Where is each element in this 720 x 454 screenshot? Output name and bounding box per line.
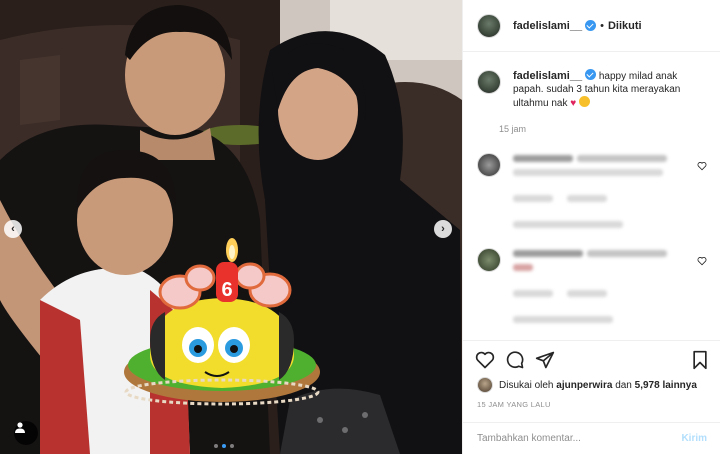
comment-blurred-text — [513, 169, 663, 176]
post-timestamp[interactable]: 15 JAM YANG LALU — [477, 400, 551, 409]
bookmark-icon[interactable] — [691, 350, 709, 370]
liker-avatar[interactable] — [477, 377, 493, 393]
post-caption: fadelislami__ happy milad anak papah. su… — [463, 53, 720, 110]
post-photo[interactable]: 6 ‹ › — [0, 0, 462, 454]
comment-heart-icon[interactable] — [697, 256, 707, 266]
add-comment-bar: Kirim — [463, 422, 720, 454]
user-tag-icon — [15, 422, 25, 433]
comment-input[interactable] — [477, 433, 682, 444]
caption-body: fadelislami__ happy milad anak papah. su… — [513, 69, 707, 110]
previous-photo-button[interactable]: ‹ — [4, 220, 22, 238]
comment-blurred-meta — [513, 195, 553, 202]
commenter-avatar[interactable] — [477, 248, 501, 272]
carousel-dot-active — [222, 444, 226, 448]
chevron-right-icon: › — [441, 223, 445, 235]
comment-blurred-replies — [513, 221, 623, 228]
comment-icon[interactable] — [505, 350, 525, 370]
comment-item — [477, 153, 709, 233]
likes-summary: Disukai oleh ajunperwira dan 5,978 lainn… — [477, 377, 697, 393]
caption-author-avatar[interactable] — [477, 70, 501, 94]
tagged-users-button[interactable] — [14, 421, 38, 445]
caption-timestamp[interactable]: 15 jam — [499, 124, 720, 134]
smiling-face-emoji-icon — [578, 96, 590, 107]
liker-username[interactable]: ajunperwira — [556, 380, 612, 391]
comment-blurred-username — [513, 250, 583, 257]
comments-list[interactable]: fadelislami__ happy milad anak papah. su… — [463, 53, 720, 340]
header-separator: • — [600, 19, 604, 32]
following-button[interactable]: Diikuti — [608, 20, 642, 32]
comment-item — [477, 248, 709, 328]
red-heart-emoji-icon: ♥ — [570, 98, 577, 109]
comment-heart-icon[interactable] — [697, 161, 707, 171]
author-username[interactable]: fadelislami__ — [513, 20, 582, 32]
candle-number: 6 — [221, 279, 232, 301]
comment-blurred-replies — [513, 316, 613, 323]
send-comment-button[interactable]: Kirim — [681, 433, 707, 444]
carousel-indicator — [214, 444, 234, 448]
comment-blurred-meta — [567, 290, 607, 297]
chevron-left-icon: ‹ — [11, 223, 15, 235]
likes-conjunction: dan — [615, 379, 632, 391]
verified-badge-icon — [585, 20, 597, 31]
post-action-bar — [463, 340, 720, 376]
photo-illustration: 6 — [0, 0, 462, 454]
commenter-avatar[interactable] — [477, 153, 501, 177]
post-side-panel: fadelislami__ • Diikuti fadelislami__ ha… — [462, 0, 720, 454]
carousel-dot — [214, 444, 218, 448]
next-photo-button[interactable]: › — [434, 220, 452, 238]
verified-badge-icon — [585, 69, 597, 80]
comment-blurred-text — [577, 155, 667, 162]
likes-prefix: Disukai oleh — [499, 379, 554, 391]
heart-icon[interactable] — [475, 350, 495, 370]
caption-username[interactable]: fadelislami__ — [513, 70, 582, 82]
comment-blurred-emoji — [513, 264, 533, 271]
post-header: fadelislami__ • Diikuti — [463, 0, 720, 52]
comment-blurred-meta — [567, 195, 607, 202]
author-avatar[interactable] — [477, 13, 501, 38]
likes-count[interactable]: 5,978 lainnya — [635, 380, 697, 391]
share-icon[interactable] — [535, 350, 555, 370]
comment-blurred-text — [587, 250, 667, 257]
comment-blurred-meta — [513, 290, 553, 297]
carousel-dot — [230, 444, 234, 448]
comment-blurred-username — [513, 155, 573, 162]
